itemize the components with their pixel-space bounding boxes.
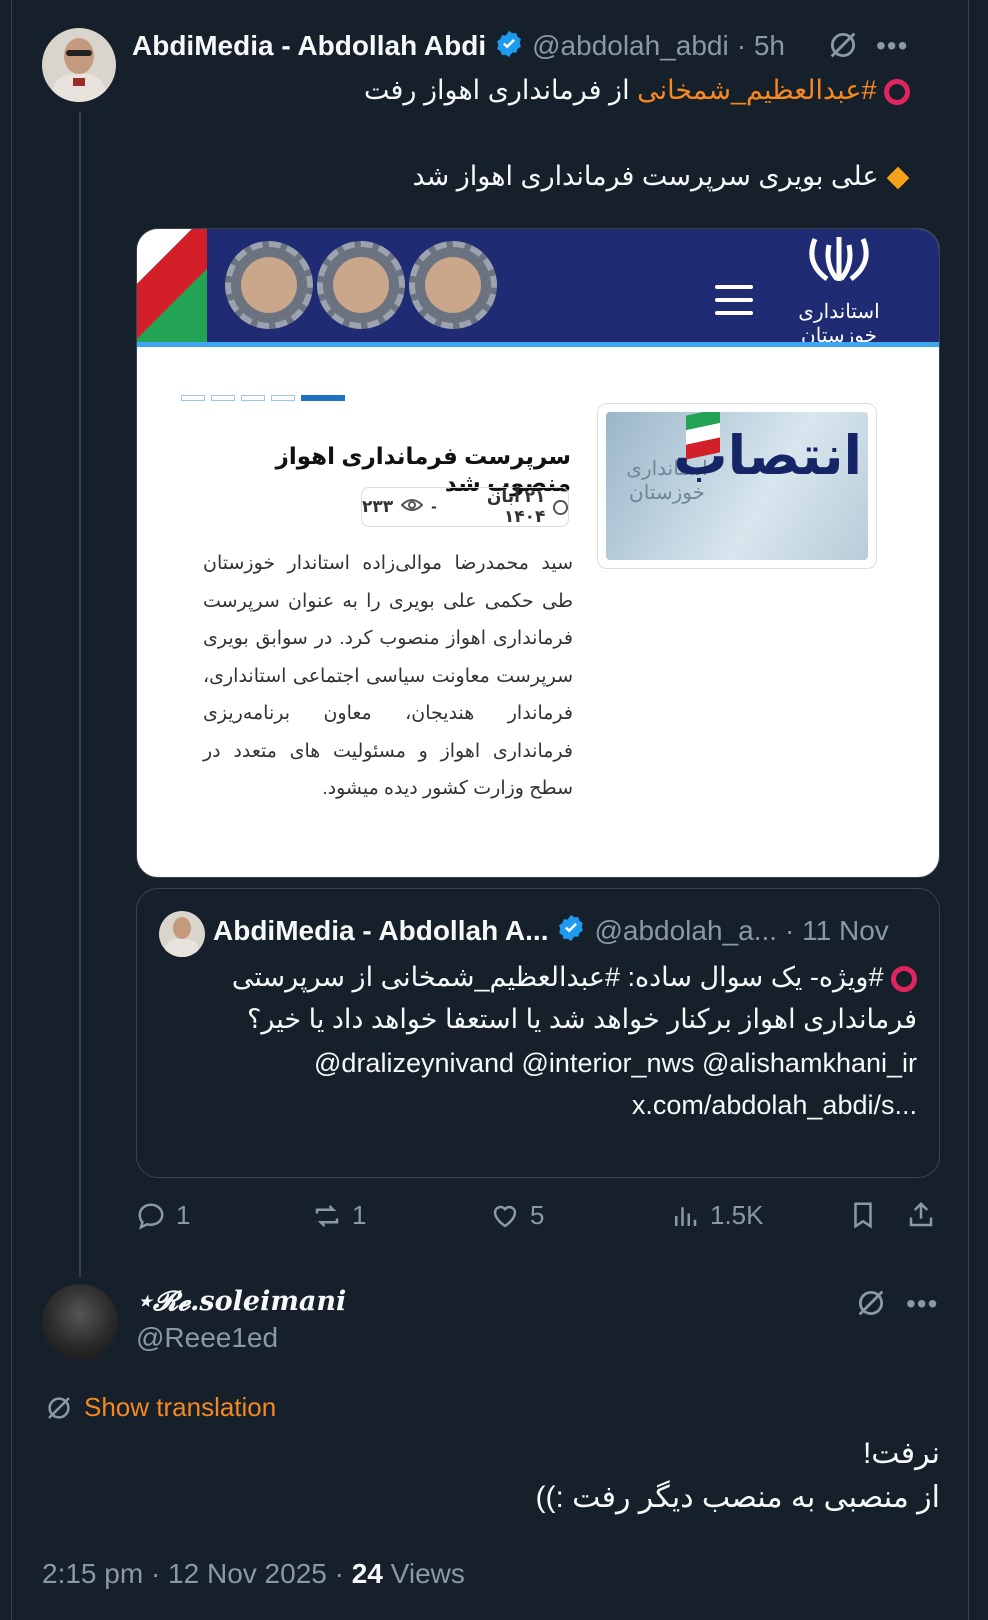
quoted-author-handle: @abdolah_a...: [594, 914, 778, 946]
reply-text-line1: نرفت!: [862, 1437, 940, 1470]
reply-text-line2: از منصبی به منصب دیگر رفت :)): [535, 1481, 941, 1514]
more-options-icon[interactable]: •••: [876, 30, 908, 62]
reply-views-label: Views: [390, 1558, 465, 1589]
thread-line: [79, 112, 81, 1277]
portrait-3: [409, 241, 497, 329]
portrait-2: [317, 241, 405, 329]
author-handle[interactable]: @abdolah_abdi: [532, 30, 729, 62]
verified-badge-icon: [556, 913, 586, 948]
article-body: سید محمدرضا موالی‌زاده استاندار خوزستان …: [203, 553, 573, 799]
reply-timestamp[interactable]: 2:15 pm · 12 Nov 2025 ·: [42, 1558, 344, 1589]
analytics-icon: [675, 1206, 697, 1226]
tweet-text-line1: #عبدالعظیم_شمخانی از فرمانداری اهواز رفت: [136, 70, 910, 110]
reply-button[interactable]: 1: [136, 1200, 190, 1231]
heart-icon: [493, 1205, 517, 1227]
reply-icon: [138, 1202, 164, 1230]
portrait-1: [225, 241, 313, 329]
reply-author-handle[interactable]: @Reee1ed: [136, 1322, 278, 1354]
header-stripe: [137, 342, 939, 347]
like-count: 5: [530, 1200, 545, 1230]
red-circle-icon: [891, 965, 917, 992]
orange-diamond-icon: [886, 166, 910, 190]
quoted-link: x.com/abdolah_abdi/s...: [631, 1090, 917, 1120]
reply-timestamp-row: 2:15 pm · 12 Nov 2025 · 24 Views: [42, 1558, 465, 1590]
more-options-icon[interactable]: •••: [906, 1288, 938, 1320]
site-header: استانداری خوزستان: [137, 229, 939, 347]
article-image: استانداری خوزستان انتصاب: [597, 403, 877, 569]
views-count: 1.5K: [710, 1200, 764, 1230]
repost-button[interactable]: 1: [312, 1200, 366, 1231]
views-button[interactable]: 1.5K: [670, 1200, 764, 1231]
quoted-author-avatar: [159, 911, 205, 957]
reply-count: 1: [176, 1200, 191, 1230]
reply-author-name[interactable]: ⋆𝓡𝓮.soleimani: [136, 1286, 346, 1318]
repost-icon: [315, 1204, 339, 1227]
media-card[interactable]: استانداری خوزستان استانداری خوزستان انتص…: [136, 228, 940, 878]
article-meta: ۲۱ آبان ۱۴۰۴ - ۲۳۳: [361, 487, 569, 527]
share-icon: [909, 1201, 933, 1227]
show-translation-link[interactable]: Show translation: [44, 1392, 276, 1423]
repost-count: 1: [352, 1200, 367, 1230]
quoted-tweet-header: AbdiMedia - Abdollah A... @abdolah_a... …: [213, 913, 889, 948]
reply-author-avatar[interactable]: [42, 1284, 118, 1360]
article-views: ۲۳۳: [362, 497, 394, 516]
quoted-tweet-time: · 11 Nov: [785, 914, 889, 946]
quoted-text-content: #ویژه- یک سوال ساده: #عبدالعظیم_شمخانی ا…: [231, 962, 884, 992]
carousel-dots: [181, 395, 345, 401]
tweet-text-content: علی بویری سرپرست فرمانداری اهواز شد: [412, 161, 879, 191]
translate-icon: [48, 1396, 70, 1419]
show-translation-label: Show translation: [84, 1392, 277, 1422]
tweet-time[interactable]: · 5h: [737, 30, 785, 62]
bookmark-icon: [854, 1202, 872, 1229]
iran-emblem-icon: [797, 233, 881, 287]
quoted-author-name: AbdiMedia - Abdollah A...: [213, 914, 549, 946]
quoted-mentions: @dralizeynivand @interior_nws @alishamkh…: [314, 1048, 917, 1078]
site-logo-text: استانداری خوزستان: [798, 299, 880, 347]
quoted-text-line2: فرمانداری اهواز برکنار خواهد شد یا استعف…: [247, 1004, 917, 1034]
hashtag-link[interactable]: #عبدالعظیم_شمخانی: [637, 75, 876, 105]
red-circle-icon: [884, 78, 910, 105]
tweet-text-line2: علی بویری سرپرست فرمانداری اهواز شد: [136, 156, 910, 196]
quoted-tweet[interactable]: AbdiMedia - Abdollah A... @abdolah_a... …: [136, 888, 940, 1178]
quoted-text-line1: #ویژه- یک سوال ساده: #عبدالعظیم_شمخانی ا…: [157, 957, 917, 997]
menu-icon: [715, 285, 753, 324]
grok-icon[interactable]: [826, 28, 860, 67]
tweet-header: AbdiMedia - Abdollah Abdi @abdolah_abdi …: [132, 26, 785, 66]
tweet-text-rest: از فرمانداری اهواز رفت: [364, 75, 638, 105]
verified-badge-icon: [494, 29, 524, 64]
bookmark-button[interactable]: [848, 1200, 878, 1230]
author-name[interactable]: AbdiMedia - Abdollah Abdi: [132, 30, 486, 62]
share-button[interactable]: [906, 1200, 936, 1230]
clock-icon: [553, 499, 568, 515]
grok-icon[interactable]: [854, 1286, 888, 1325]
author-avatar[interactable]: [42, 28, 116, 102]
reply-views-count: 24: [351, 1558, 383, 1589]
eye-icon: [400, 497, 424, 517]
article-date: ۲۱ آبان ۱۴۰۴: [486, 487, 546, 526]
flag-ribbon: [137, 229, 207, 342]
like-button[interactable]: 5: [490, 1200, 544, 1231]
article-panel: استانداری خوزستان انتصاب سرپرست فرماندار…: [147, 375, 929, 867]
